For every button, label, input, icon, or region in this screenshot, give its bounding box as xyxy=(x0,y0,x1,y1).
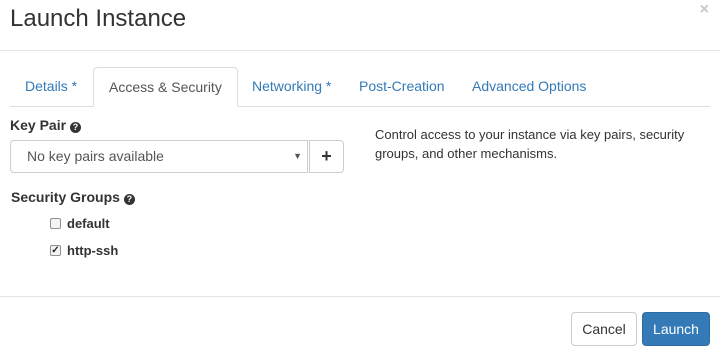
key-pair-label: Key Pair xyxy=(10,117,67,133)
key-pair-select[interactable]: No key pairs available ▼ xyxy=(10,140,308,173)
cancel-button[interactable]: Cancel xyxy=(571,312,637,346)
tab-bar: Details * Access & Security Networking *… xyxy=(10,67,710,107)
dialog-title: Launch Instance xyxy=(10,5,187,32)
key-pair-selected-value: No key pairs available xyxy=(27,148,164,164)
checkbox-label-default: default xyxy=(67,216,110,231)
tab-post-creation[interactable]: Post-Creation xyxy=(344,67,460,107)
dialog-header: Launch Instance × xyxy=(0,0,720,51)
launch-button[interactable]: Launch xyxy=(642,312,710,346)
caret-down-icon: ▼ xyxy=(293,151,302,161)
tab-details[interactable]: Details * xyxy=(10,67,92,107)
key-pair-label-group: Key Pair? xyxy=(10,117,82,133)
checkbox-http-ssh[interactable]: ✓ xyxy=(50,245,61,256)
add-key-pair-button[interactable]: + xyxy=(309,140,344,173)
checkbox-default[interactable] xyxy=(50,218,61,229)
checkbox-label-http-ssh: http-ssh xyxy=(67,243,119,258)
security-groups-label: Security Groups xyxy=(11,189,120,205)
close-icon[interactable]: × xyxy=(700,1,709,19)
help-text: Control access to your instance via key … xyxy=(375,127,685,161)
question-circle-icon[interactable]: ? xyxy=(123,194,135,205)
security-groups-label-group: Security Groups? xyxy=(11,189,135,205)
tab-advanced-options[interactable]: Advanced Options xyxy=(457,67,601,107)
tab-access-security[interactable]: Access & Security xyxy=(93,67,238,107)
dialog-footer: Cancel Launch xyxy=(0,296,720,357)
tab-networking[interactable]: Networking * xyxy=(237,67,346,107)
question-circle-icon[interactable]: ? xyxy=(70,122,82,133)
